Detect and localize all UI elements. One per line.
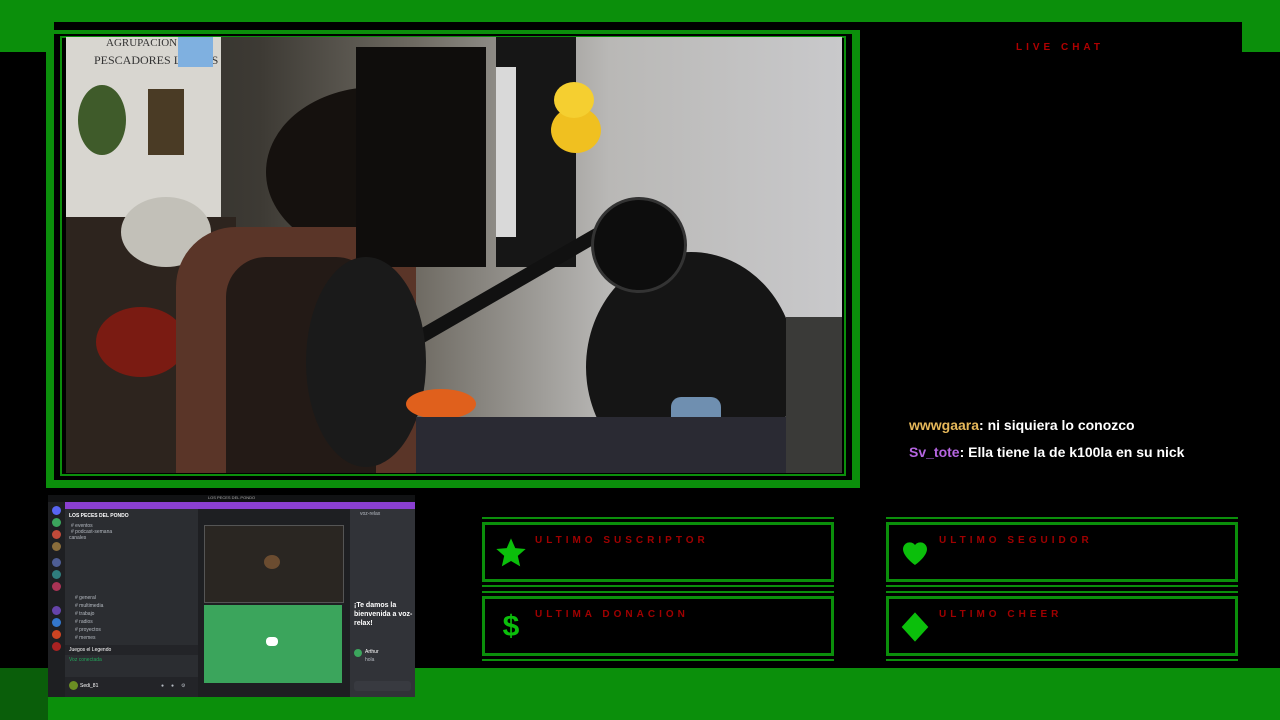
- poster-photo-square: [148, 89, 184, 155]
- channel-item[interactable]: # proyectos: [75, 627, 101, 633]
- server-icon[interactable]: [52, 506, 61, 515]
- last-follower-box: ULTIMO SEGUIDOR: [886, 517, 1238, 587]
- flag: [178, 37, 213, 67]
- last-follower-label: ULTIMO SEGUIDOR: [939, 535, 1093, 546]
- server-icon[interactable]: [52, 618, 61, 627]
- frame-bottom-bar-dark: [0, 668, 48, 720]
- poster-title-1: AGRUPACION: [106, 37, 178, 49]
- red-cloth: [96, 307, 186, 377]
- discord-banner[interactable]: [65, 502, 415, 509]
- last-donation-label: ULTIMA DONACION: [535, 609, 689, 620]
- frame-top-bar: [0, 0, 1280, 22]
- discord-video-area: [198, 509, 350, 697]
- chat-message: Sv_tote: Ella tiene la de k100la en su n…: [909, 444, 1184, 460]
- dark-right-corner: [786, 317, 842, 473]
- chat-username: Sv_tote: [909, 444, 960, 460]
- msg-text: hola: [365, 657, 375, 663]
- msg-user: Arthur: [365, 649, 379, 655]
- voice-channel-label: voz-relax: [360, 511, 381, 517]
- channel-item[interactable]: # multimedia: [75, 603, 103, 609]
- diamond-icon: [901, 612, 929, 642]
- discord-channel-list: LOS PECES DEL PONDO canales # eventos # …: [65, 509, 198, 697]
- mic-icon[interactable]: ●: [161, 683, 164, 689]
- msg-avatar: [354, 649, 362, 657]
- message-input[interactable]: [354, 681, 411, 691]
- user-name: Sedi_81: [80, 683, 99, 689]
- voice-connected-label: Voz conectada: [69, 657, 102, 663]
- poster-photo-round: [78, 85, 126, 155]
- server-icon[interactable]: [52, 630, 61, 639]
- chat-username: wwwgaara: [909, 417, 980, 433]
- channel-item[interactable]: # radios: [75, 619, 93, 625]
- server-icon[interactable]: [52, 530, 61, 539]
- hanging-jacket: [356, 47, 486, 267]
- webcam-feed: AGRUPACION PESCADORES LEALES: [66, 37, 842, 473]
- discord-server-rail: [48, 502, 65, 697]
- server-name[interactable]: LOS PECES DEL PONDO: [69, 513, 129, 519]
- last-subscriber-box: ULTIMO SUSCRIPTOR: [482, 517, 834, 587]
- chat-text: : Ella tiene la de k100la en su nick: [959, 444, 1185, 460]
- server-icon[interactable]: [52, 542, 61, 551]
- section-label: canales: [69, 535, 87, 541]
- chair: [306, 257, 426, 467]
- channel-item[interactable]: # general: [75, 595, 96, 601]
- welcome-title: ¡Te damos la bienvenida a voz-relax!: [354, 602, 413, 627]
- discord-logo-icon: [266, 637, 278, 646]
- last-cheer-label: ULTIMO CHEER: [939, 609, 1063, 620]
- server-icon[interactable]: [52, 642, 61, 651]
- server-icon[interactable]: [52, 570, 61, 579]
- discord-titlebar: LOS PECES DEL PONDO: [48, 495, 415, 502]
- last-cheer-box: ULTIMO CHEER: [886, 591, 1238, 661]
- server-icon[interactable]: [52, 558, 61, 567]
- live-chat-panel: LIVE CHAT wwwgaara: ni siquiera lo conoz…: [880, 22, 1240, 488]
- chat-message: wwwgaara: ni siquiera lo conozco: [909, 417, 1135, 433]
- discord-window-title: LOS PECES DEL PONDO: [207, 495, 256, 500]
- now-playing-label: Juegos el Legendo: [69, 647, 112, 653]
- discord-text-chat: voz-relax ¡Te damos la bienvenida a voz-…: [350, 509, 415, 697]
- settings-icon[interactable]: ⚙: [181, 683, 185, 689]
- table-shadow: [416, 417, 842, 473]
- frame-right-edge: [1242, 22, 1280, 52]
- last-subscriber-label: ULTIMO SUSCRIPTOR: [535, 535, 709, 546]
- video-avatar: [264, 555, 280, 569]
- server-icon[interactable]: [52, 582, 61, 591]
- star-icon: [496, 538, 526, 567]
- user-avatar[interactable]: [69, 681, 78, 690]
- server-icon[interactable]: [52, 606, 61, 615]
- channel-item[interactable]: # podcast-semana: [71, 529, 112, 535]
- channel-item[interactable]: # trabajo: [75, 611, 94, 617]
- orange-bowl: [406, 389, 476, 419]
- channel-item[interactable]: # memes: [75, 635, 96, 641]
- chat-text: : ni siquiera lo conozco: [979, 417, 1135, 433]
- microphone: [591, 197, 687, 293]
- last-donation-box: $ ULTIMA DONACION: [482, 591, 834, 661]
- server-icon[interactable]: [52, 518, 61, 527]
- hanging-white: [496, 67, 516, 237]
- rubber-duck-head: [554, 82, 594, 118]
- heart-icon: [903, 542, 927, 565]
- live-chat-title: LIVE CHAT: [1015, 42, 1105, 53]
- discord-window: LOS PECES DEL PONDO LOS PECES DEL PONDO …: [48, 495, 415, 697]
- dollar-icon: $: [502, 610, 520, 643]
- headphones-icon[interactable]: ●: [171, 683, 174, 689]
